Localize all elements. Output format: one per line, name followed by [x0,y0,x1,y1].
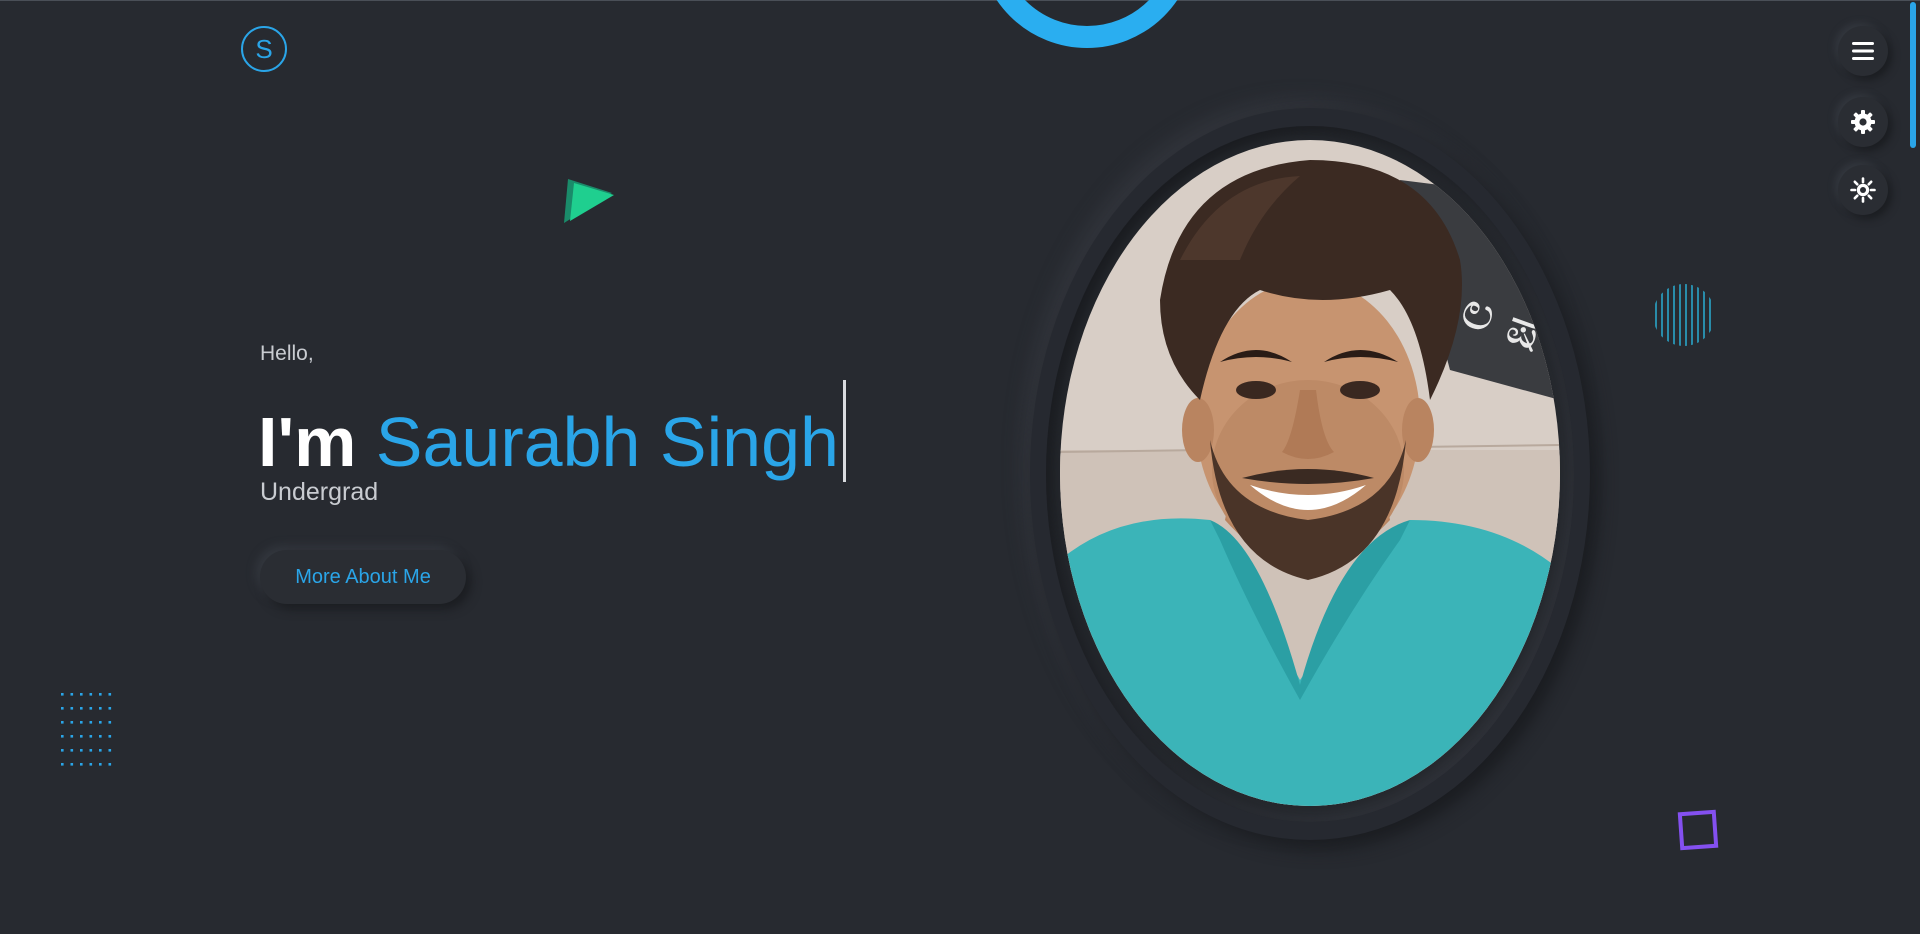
theme-toggle-button[interactable] [1838,165,1888,215]
grid-dot [61,735,64,738]
grid-dot [61,693,64,696]
grid-dot [80,707,83,710]
grid-dot [61,763,64,766]
grid-dot [89,763,93,766]
grid-dot [108,763,112,766]
grid-dot [70,735,74,738]
portfolio-home: S Hello, I'm Saurabh Singh Undergrad Mor… [0,0,1920,934]
grid-dot [108,749,112,752]
grid-dot [61,707,64,710]
grid-dot [99,763,102,766]
decorative-triangle [564,179,614,223]
decorative-square [1677,809,1719,851]
grid-dot [89,749,93,752]
grid-dot [70,707,74,710]
grid-dot [99,707,102,710]
decorative-ring [978,0,1196,48]
grid-dot [89,707,93,710]
top-border [0,0,1920,1]
menu-button[interactable] [1838,26,1888,76]
grid-dot [89,721,93,724]
grid-dot [70,721,74,724]
grid-dot [70,763,74,766]
grid-dot [108,735,112,738]
grid-dot [61,721,64,724]
grid-dot [80,749,83,752]
greeting-text: Hello, [260,342,314,365]
site-logo[interactable]: S [241,26,287,72]
grid-dot [108,707,112,710]
hero-name: Saurabh Singh [375,403,839,481]
hamburger-menu-icon [1852,42,1874,60]
hero-role: Undergrad [260,478,379,506]
grid-dot [70,749,74,752]
grid-dot [70,693,74,696]
grid-dot [61,749,64,752]
typing-cursor [842,380,846,482]
grid-dot [80,735,83,738]
grid-dot [89,693,93,696]
grid-dot [99,721,102,724]
grid-dot [99,735,102,738]
grid-dot [108,693,112,696]
grid-dot [80,693,83,696]
decorative-dot-grid [61,693,112,766]
decorative-striped-circle [1655,284,1711,346]
more-about-me-button[interactable]: More About Me [260,550,466,604]
intro-text: I'm [258,403,357,481]
hero-headline: I'm Saurabh Singh [258,380,846,487]
settings-button[interactable] [1838,97,1888,147]
sun-icon [1850,177,1876,203]
profile-photo-illustration: ಲ ಷ [1060,140,1560,806]
grid-dot [99,693,102,696]
grid-dot [80,721,83,724]
profile-photo: ಲ ಷ [1060,140,1560,806]
gear-icon [1851,110,1875,134]
grid-dot [108,721,112,724]
grid-dot [99,749,102,752]
grid-dot [89,735,93,738]
grid-dot [80,763,83,766]
scrollbar-thumb[interactable] [1910,2,1916,148]
